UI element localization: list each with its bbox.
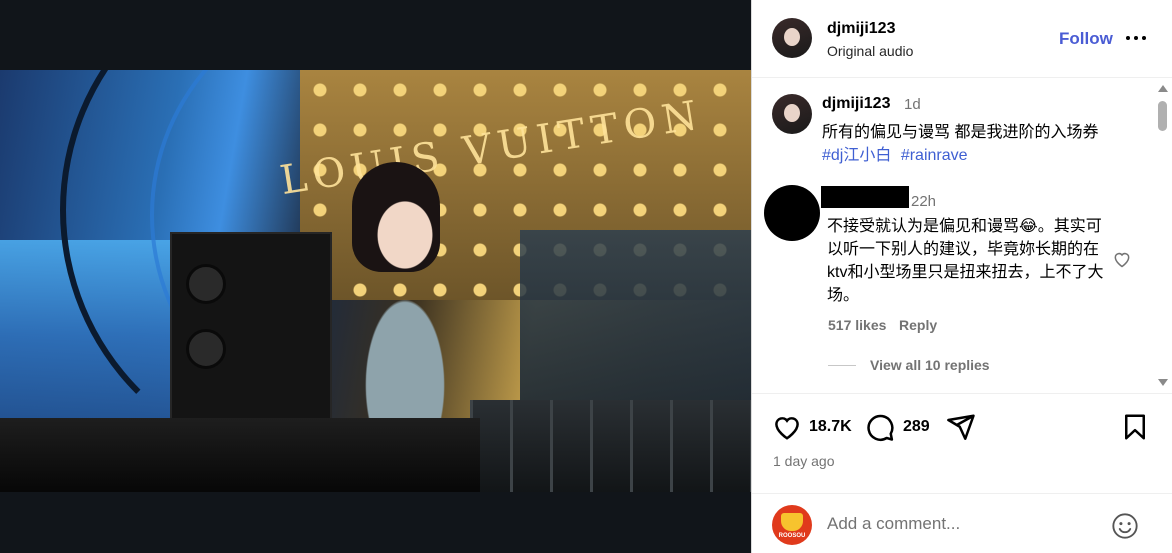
paper-plane-icon[interactable] [946, 412, 976, 442]
reel-video[interactable]: LOUIS VUITTON [0, 70, 751, 492]
commenter-username-redacted[interactable] [821, 186, 909, 208]
author-avatar[interactable] [772, 18, 812, 58]
comments-scrollbar[interactable] [1155, 79, 1169, 393]
like-count[interactable]: 18.7K [809, 418, 852, 436]
bookmark-icon[interactable] [1120, 412, 1150, 442]
media-viewer: LOUIS VUITTON [0, 0, 751, 553]
heart-icon[interactable] [1112, 249, 1132, 269]
hashtag-link[interactable]: #rainrave [901, 147, 968, 164]
caption-avatar[interactable] [772, 94, 812, 134]
smiley-icon[interactable] [1111, 512, 1139, 540]
reply-button[interactable]: Reply [899, 317, 937, 333]
replies-divider [828, 365, 856, 366]
comment-composer: ROOSOU [752, 493, 1172, 553]
post-actions: 18.7K 289 1 day ago [752, 393, 1172, 493]
video-railing [470, 400, 751, 492]
follow-button[interactable]: Follow [1059, 29, 1113, 49]
post-header: djmiji123 Original audio Follow [752, 0, 1172, 78]
scroll-thumb[interactable] [1158, 101, 1167, 131]
comment-count[interactable]: 289 [903, 418, 930, 436]
caption-username[interactable]: djmiji123 [822, 95, 890, 113]
comment-like-count[interactable]: 517 likes [828, 317, 886, 333]
caption-time: 1d [904, 96, 921, 113]
viewer-avatar: ROOSOU [772, 505, 812, 545]
view-replies-button[interactable]: View all 10 replies [870, 357, 990, 373]
video-dj-deck [0, 418, 480, 492]
comments-list[interactable]: djmiji123 1d 所有的偏见与谩骂 都是我进阶的入场券 #dj江小白 #… [752, 79, 1172, 393]
post-timestamp[interactable]: 1 day ago [773, 453, 835, 469]
audio-label[interactable]: Original audio [827, 43, 913, 59]
heart-icon[interactable] [772, 412, 802, 442]
hashtag-link[interactable]: #dj江小白 [822, 147, 891, 164]
comment-time: 22h [911, 193, 937, 210]
viewer-avatar-label: ROOSOU [778, 533, 806, 539]
author-username[interactable]: djmiji123 [827, 20, 895, 38]
comment-bubble-icon[interactable] [865, 412, 895, 442]
more-horizontal-icon[interactable] [1125, 30, 1147, 46]
caption-text: 所有的偏见与谩骂 都是我进阶的入场券 [822, 124, 1099, 141]
commenter-avatar-redacted[interactable] [764, 185, 820, 241]
comment-text: 不接受就认为是偏见和谩骂😂。其实可以听一下别人的建议，毕竟妳长期的在ktv和小型… [827, 218, 1104, 304]
caption-hashtags: #dj江小白 #rainrave [822, 141, 973, 165]
comment-input[interactable] [827, 514, 1107, 534]
scroll-down-arrow-icon[interactable] [1158, 379, 1168, 386]
post-side-panel: djmiji123 Original audio Follow djmiji12… [751, 0, 1172, 553]
scroll-up-arrow-icon[interactable] [1158, 85, 1168, 92]
